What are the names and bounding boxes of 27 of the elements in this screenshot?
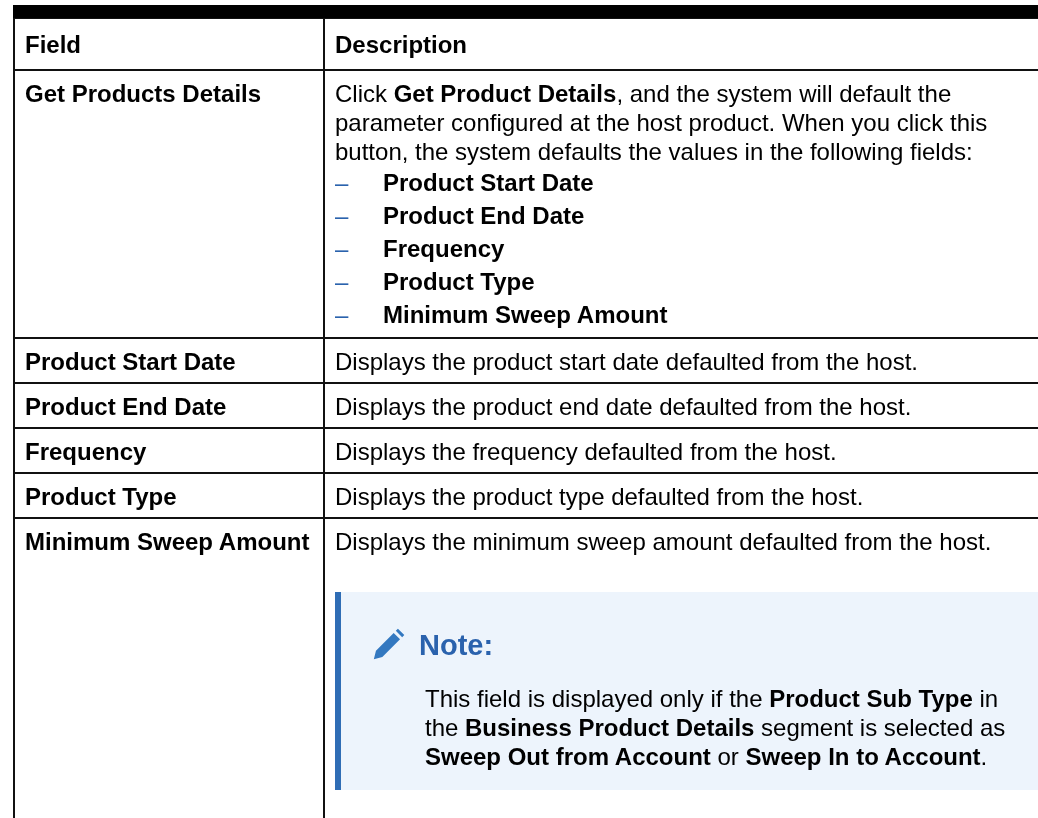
list-item-text: Frequency bbox=[383, 234, 505, 264]
field-name: Frequency bbox=[14, 428, 324, 473]
note-text: This field is displayed only if the Product Sub Type in the Business Product Details segment is selected as Sweep Out from Account or Sweep In to Account. bbox=[425, 684, 1007, 771]
description-text: Displays the product start date defaulted from the host. bbox=[335, 347, 919, 376]
list-dash: – bbox=[335, 201, 350, 231]
column-header: Field bbox=[14, 18, 324, 70]
description-text: Displays the frequency defaulted from the host. bbox=[335, 437, 838, 466]
note-title: Note: bbox=[419, 630, 494, 660]
description-text: Click Get Product Details, and the system will default the parameter configured at the host product. When you click this button, the system defaults the values in the following fields: bbox=[335, 79, 989, 166]
description-text: Displays the product type defaulted from the host. bbox=[335, 482, 865, 511]
list-item-text: Product Start Date bbox=[383, 168, 594, 198]
field-name: Product Type bbox=[14, 473, 324, 518]
description-text: Displays the product end date defaulted from the host. bbox=[335, 392, 913, 421]
field-name: Product End Date bbox=[14, 383, 324, 428]
pencil-icon bbox=[371, 628, 405, 662]
list-dash: – bbox=[335, 267, 350, 297]
column-header: Description bbox=[324, 18, 1038, 70]
list-item-text: Product End Date bbox=[383, 201, 585, 231]
list-item-text: Product Type bbox=[383, 267, 535, 297]
list-dash: – bbox=[335, 234, 350, 264]
list-dash: – bbox=[335, 168, 350, 198]
description-text: Displays the minimum sweep amount defaulted from the host. bbox=[335, 527, 993, 556]
field-name: Product Start Date bbox=[14, 338, 324, 383]
list-item-text: Minimum Sweep Amount bbox=[383, 300, 668, 330]
field-name: Minimum Sweep Amount bbox=[14, 518, 324, 818]
list-dash: – bbox=[335, 300, 350, 330]
field-name: Get Products Details bbox=[14, 70, 324, 338]
